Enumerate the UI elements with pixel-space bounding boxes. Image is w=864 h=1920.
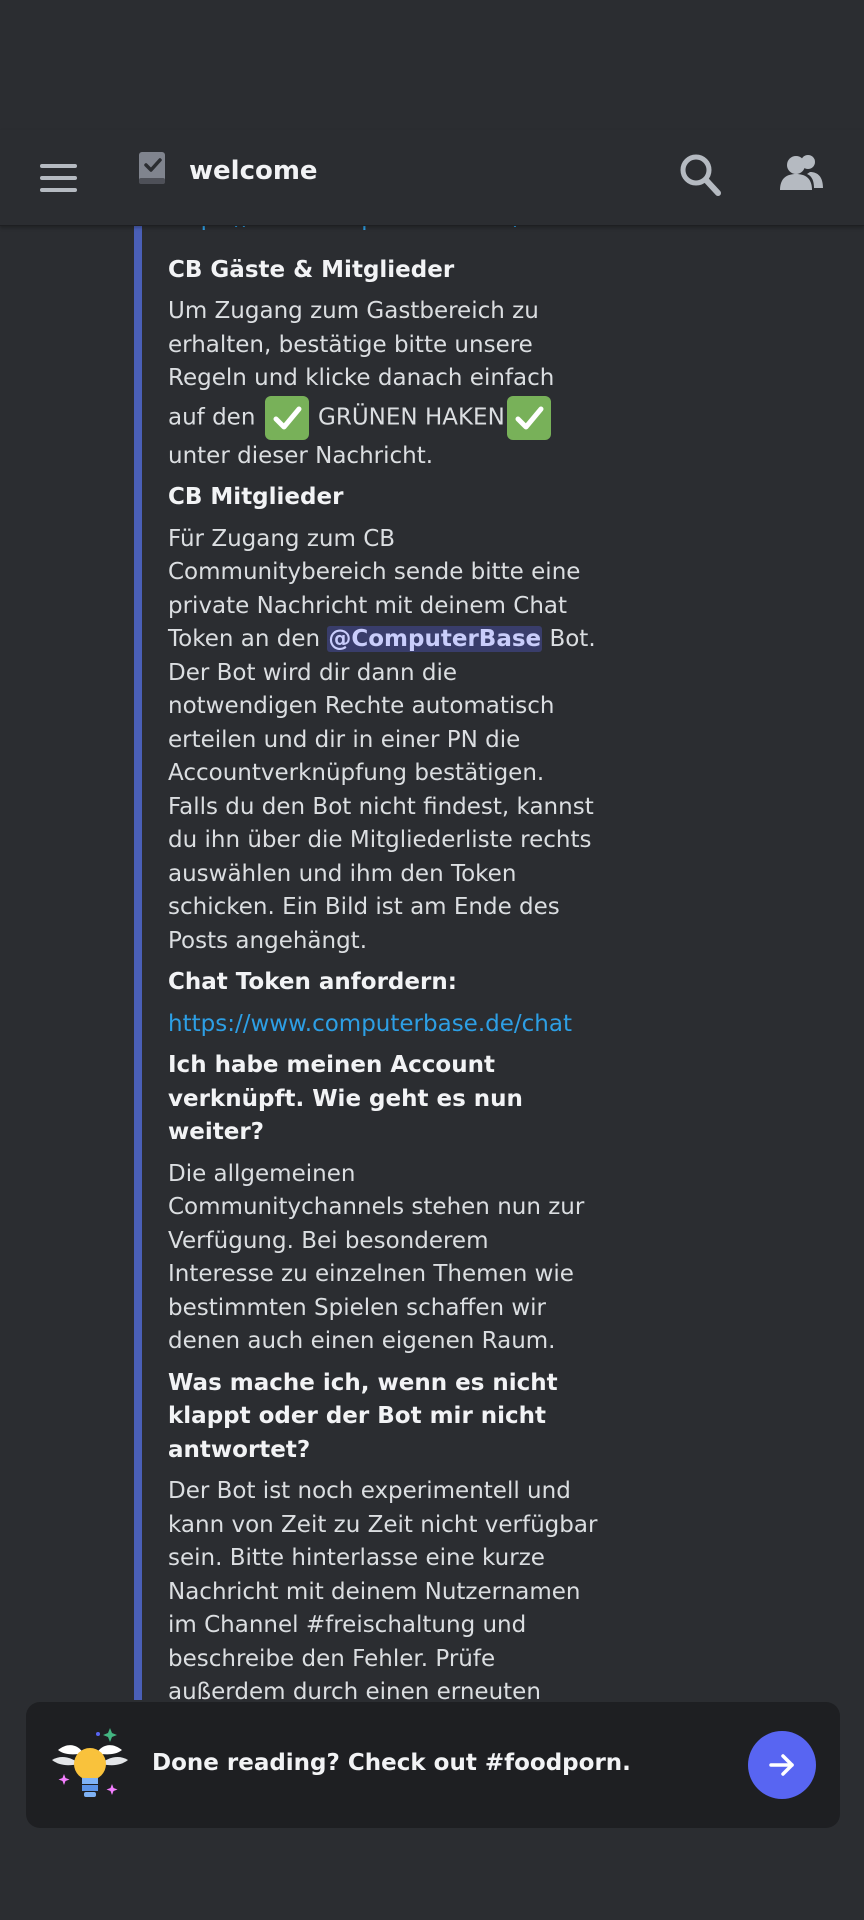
chat-token-link[interactable]: https://www.computerbase.de/chat: [168, 1008, 598, 1042]
search-icon[interactable]: [676, 148, 726, 202]
status-bar-area: [0, 0, 864, 130]
forum-link[interactable]: https://www.computerbase.de/forum: [168, 226, 598, 236]
field-title-linked: Ich habe meinen Account verknüpft. Wie g…: [168, 1052, 523, 1145]
field-title-members: CB Mitglieder: [168, 484, 344, 510]
white-check-mark-emoji: [506, 395, 551, 440]
field-value-text: unter dieser Nachricht.: [168, 442, 434, 469]
field-value-text: Bot. Der Bot wird dir dann die notwendig…: [168, 626, 596, 954]
go-to-channel-button[interactable]: [748, 1731, 816, 1799]
field-title-guests: CB Gäste & Mitglieder: [168, 256, 455, 283]
next-channel-card[interactable]: Done reading? Check out #foodporn.: [26, 1702, 840, 1828]
field-title-token: Chat Token anfordern:: [168, 969, 457, 995]
next-channel-text: Done reading? Check out #foodporn.: [152, 1750, 631, 1776]
white-check-mark-emoji: [264, 395, 309, 440]
channel-header: welcome: [0, 130, 864, 226]
arrow-right-icon: [769, 1754, 794, 1776]
embed-accent-bar: [134, 226, 142, 1700]
field-value-token: https://www.computerbase.de/chat: [168, 1008, 598, 1042]
embed-body: https://www.computerbase.de/forum CB Gäs…: [168, 226, 598, 1700]
rules-book-icon: [139, 152, 165, 184]
winged-lightbulb-icon: [52, 1728, 128, 1797]
channel-title: welcome: [189, 156, 318, 186]
field-value-trouble: Der Bot ist noch experimentell und kann …: [168, 1478, 598, 1700]
field-value-text: GRÜNEN HAKEN: [318, 404, 505, 430]
members-icon[interactable]: [774, 148, 828, 202]
field-value-guests: Um Zugang zum Gastbereich zu erhalten, b…: [168, 295, 598, 473]
field-title-trouble: Was mache ich, wenn es nicht klappt oder…: [168, 1369, 558, 1463]
hamburger-menu-icon[interactable]: [38, 152, 80, 200]
field-value-members: Für Zugang zum CB Communitybereich sende…: [168, 523, 598, 959]
message-scroll-area[interactable]: https://www.computerbase.de/forum CB Gäs…: [0, 226, 864, 1700]
user-mention[interactable]: @ComputerBase: [327, 626, 543, 652]
field-value-linked: Die allgemeinen Communitychannels stehen…: [168, 1160, 585, 1355]
